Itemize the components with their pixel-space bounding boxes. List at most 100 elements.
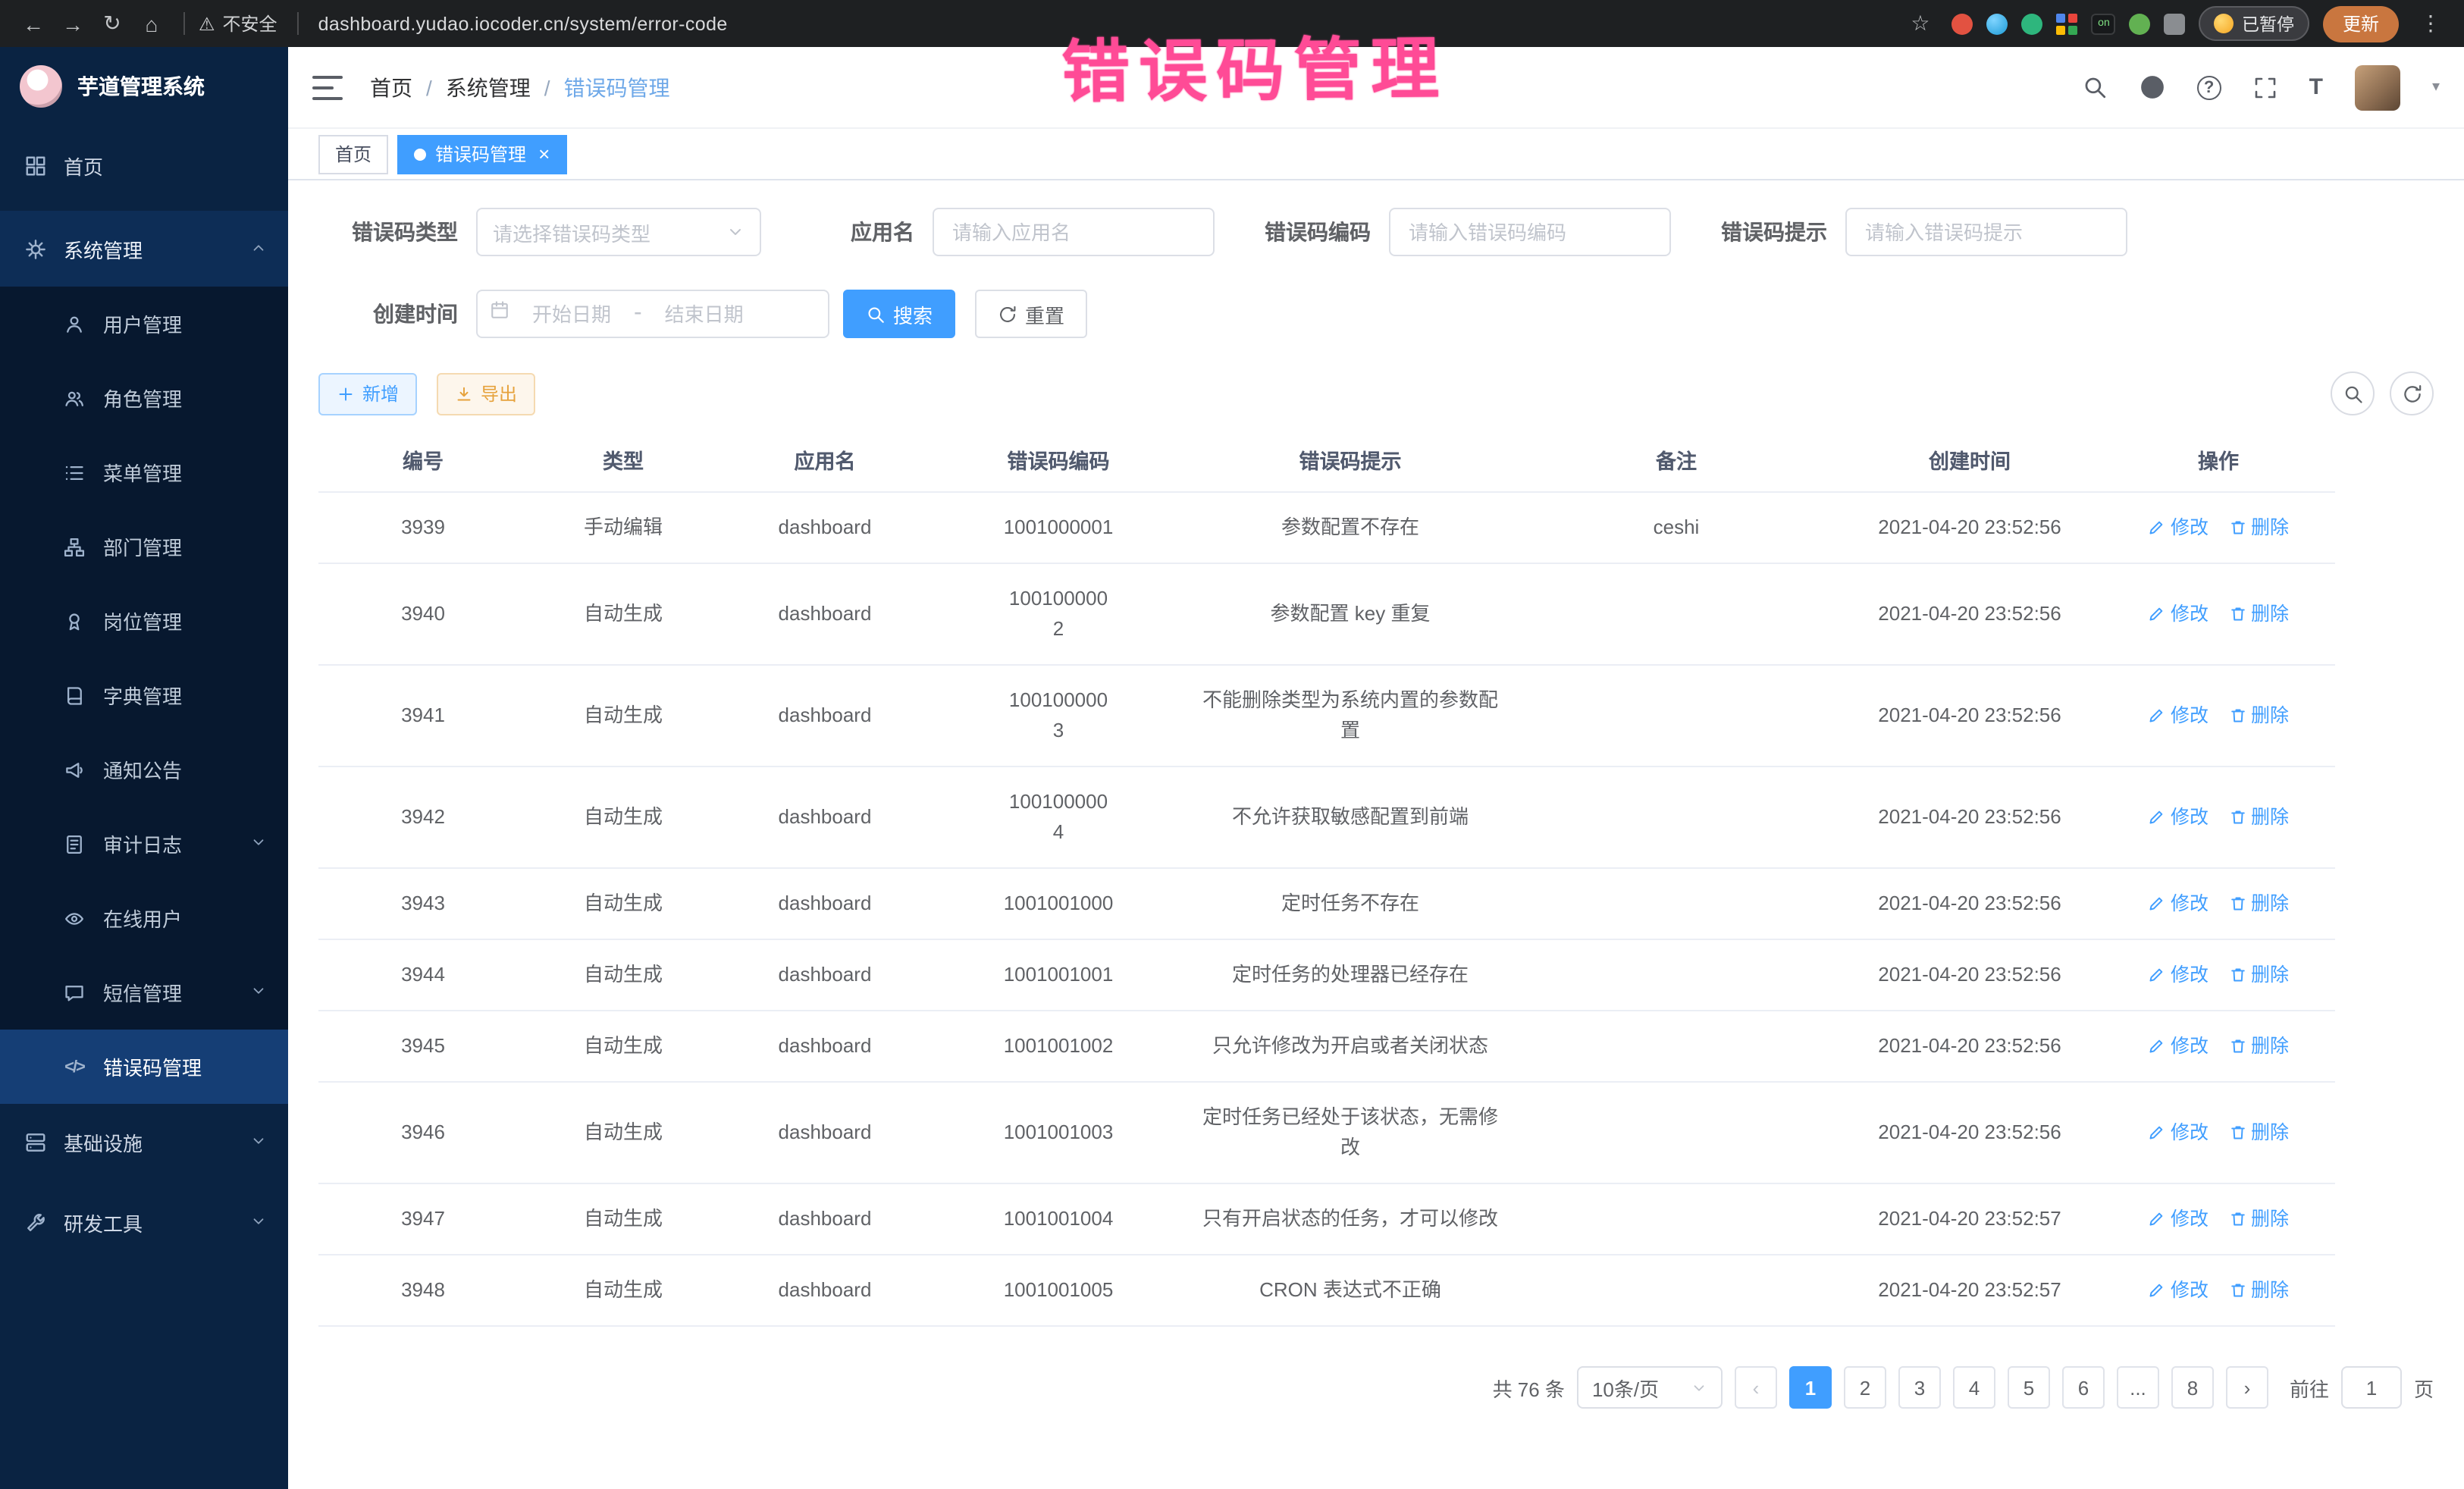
edit-button[interactable]: 修改	[2148, 1031, 2209, 1061]
sidebar-item-dept[interactable]: 部门管理	[0, 509, 288, 584]
cell-memo	[1515, 1271, 1838, 1310]
edit-button[interactable]: 修改	[2148, 889, 2209, 919]
page-size-select[interactable]: 10条/页	[1577, 1366, 1723, 1409]
page-button-4[interactable]: 4	[1953, 1366, 1995, 1409]
extension-icon[interactable]	[2057, 13, 2078, 34]
sidebar-item-infra[interactable]: 基础设施	[0, 1104, 288, 1181]
edit-button[interactable]: 修改	[2148, 513, 2209, 543]
delete-button[interactable]: 删除	[2228, 1031, 2289, 1061]
app-name-input[interactable]	[933, 208, 1215, 256]
page-button-1[interactable]: 1	[1789, 1366, 1832, 1409]
search-button[interactable]: 搜索	[843, 290, 955, 338]
tab-errorcode[interactable]: 错误码管理×	[397, 134, 566, 174]
delete-button[interactable]: 删除	[2228, 960, 2289, 990]
delete-button[interactable]: 删除	[2228, 1275, 2289, 1306]
github-icon[interactable]	[2140, 74, 2165, 100]
delete-button[interactable]: 删除	[2228, 701, 2289, 731]
address-bar[interactable]: ⚠不安全 dashboard.yudao.iocoder.cn/system/e…	[199, 11, 1881, 36]
search-icon[interactable]	[2082, 74, 2108, 100]
page-button-6[interactable]: 6	[2062, 1366, 2105, 1409]
edit-button[interactable]: 修改	[2148, 1118, 2209, 1148]
export-button[interactable]: 导出	[437, 372, 535, 415]
sidebar-item-online[interactable]: 在线用户	[0, 881, 288, 955]
cell-code: 1001001002	[931, 1011, 1186, 1081]
delete-button[interactable]: 删除	[2228, 1204, 2289, 1234]
error-type-select[interactable]: 请选择错误码类型	[476, 208, 761, 256]
sidebar-item-notice[interactable]: 通知公告	[0, 732, 288, 807]
sidebar-item-audit[interactable]: 审计日志	[0, 807, 288, 881]
url-text[interactable]: dashboard.yudao.iocoder.cn/system/error-…	[318, 13, 728, 34]
sidebar-item-sms[interactable]: 短信管理	[0, 955, 288, 1030]
more-pages-button[interactable]: ...	[2117, 1366, 2159, 1409]
delete-button[interactable]: 删除	[2228, 802, 2289, 832]
extension-icon[interactable]	[1952, 13, 1973, 34]
sidebar-item-menu[interactable]: 菜单管理	[0, 435, 288, 509]
tab-home[interactable]: 首页	[318, 134, 388, 174]
delete-button[interactable]: 删除	[2228, 599, 2289, 629]
prev-page-button[interactable]: ‹	[1735, 1366, 1777, 1409]
font-size-icon[interactable]: T	[2309, 74, 2323, 100]
reload-icon[interactable]: ↻	[94, 5, 130, 42]
delete-button[interactable]: 删除	[2228, 1118, 2289, 1148]
delete-button[interactable]: 删除	[2228, 513, 2289, 543]
close-icon[interactable]: ×	[538, 144, 550, 164]
breadcrumb-item[interactable]: 首页	[370, 72, 412, 102]
edit-button[interactable]: 修改	[2148, 802, 2209, 832]
extension-icon[interactable]	[1987, 13, 2008, 34]
sidebar-toggle-button[interactable]	[312, 75, 343, 99]
sidebar-item-label: 系统管理	[64, 234, 143, 263]
update-button[interactable]: 更新	[2323, 5, 2399, 42]
breadcrumb-item[interactable]: 系统管理	[446, 72, 531, 102]
sidebar-item-errorcode[interactable]: </>错误码管理	[0, 1030, 288, 1104]
delete-button[interactable]: 删除	[2228, 889, 2289, 919]
page-button-5[interactable]: 5	[2008, 1366, 2050, 1409]
back-icon[interactable]: ←	[15, 5, 52, 42]
edit-button[interactable]: 修改	[2148, 599, 2209, 629]
error-code-input[interactable]	[1389, 208, 1671, 256]
cell-msg: 不能删除类型为系统内置的参数配置	[1186, 666, 1515, 766]
app-logo[interactable]: 芋道管理系统	[0, 47, 288, 126]
extension-icon[interactable]: on	[2092, 13, 2116, 34]
extensions-pin-icon[interactable]	[2165, 13, 2186, 34]
edit-button[interactable]: 修改	[2148, 960, 2209, 990]
extension-icon[interactable]	[2022, 13, 2043, 34]
home-icon[interactable]: ⌂	[133, 5, 170, 42]
reset-button[interactable]: 重置	[975, 290, 1087, 338]
sidebar-item-dict[interactable]: 字典管理	[0, 658, 288, 732]
edit-button[interactable]: 修改	[2148, 1275, 2209, 1306]
cell-app: dashboard	[719, 1255, 931, 1325]
add-button[interactable]: 新增	[318, 372, 417, 415]
main-area: 首页 / 系统管理 / 错误码管理 ? T ▾ 首页 错	[288, 47, 2464, 1489]
error-msg-input[interactable]	[1845, 208, 2127, 256]
start-date-input[interactable]	[516, 303, 628, 325]
end-date-input[interactable]	[648, 303, 760, 325]
bookmark-star-icon[interactable]: ☆	[1902, 5, 1939, 42]
edit-button[interactable]: 修改	[2148, 701, 2209, 731]
sidebar-item-post[interactable]: 岗位管理	[0, 584, 288, 658]
page-button-2[interactable]: 2	[1844, 1366, 1886, 1409]
sidebar-item-devtools[interactable]: 研发工具	[0, 1181, 288, 1263]
browser-menu-icon[interactable]: ⋮	[2412, 5, 2449, 42]
sidebar-item-system[interactable]: 系统管理	[0, 211, 288, 287]
create-time-range-picker[interactable]: -	[476, 290, 829, 338]
chevron-down-icon[interactable]: ▾	[2432, 79, 2440, 96]
sidebar-item-role[interactable]: 角色管理	[0, 361, 288, 435]
help-icon[interactable]: ?	[2197, 75, 2221, 99]
sidebar-item-user[interactable]: 用户管理	[0, 287, 288, 361]
table-row: 3945 自动生成 dashboard 1001001002 只允许修改为开启或…	[318, 1011, 2335, 1083]
next-page-button[interactable]: ›	[2226, 1366, 2268, 1409]
avatar[interactable]	[2355, 64, 2400, 110]
sidebar-item-home[interactable]: 首页	[0, 132, 288, 199]
page-button-3[interactable]: 3	[1898, 1366, 1941, 1409]
goto-page-input[interactable]	[2341, 1366, 2402, 1409]
cell-id: 3940	[318, 579, 528, 649]
forward-icon[interactable]: →	[55, 5, 91, 42]
toggle-search-button[interactable]	[2331, 371, 2375, 415]
fullscreen-icon[interactable]	[2253, 75, 2277, 99]
security-warning[interactable]: ⚠不安全	[199, 11, 277, 36]
refresh-button[interactable]	[2390, 371, 2434, 415]
extension-icon[interactable]	[2130, 13, 2151, 34]
page-button-8[interactable]: 8	[2171, 1366, 2214, 1409]
profile-paused-badge[interactable]: 已暂停	[2199, 6, 2309, 41]
edit-button[interactable]: 修改	[2148, 1204, 2209, 1234]
